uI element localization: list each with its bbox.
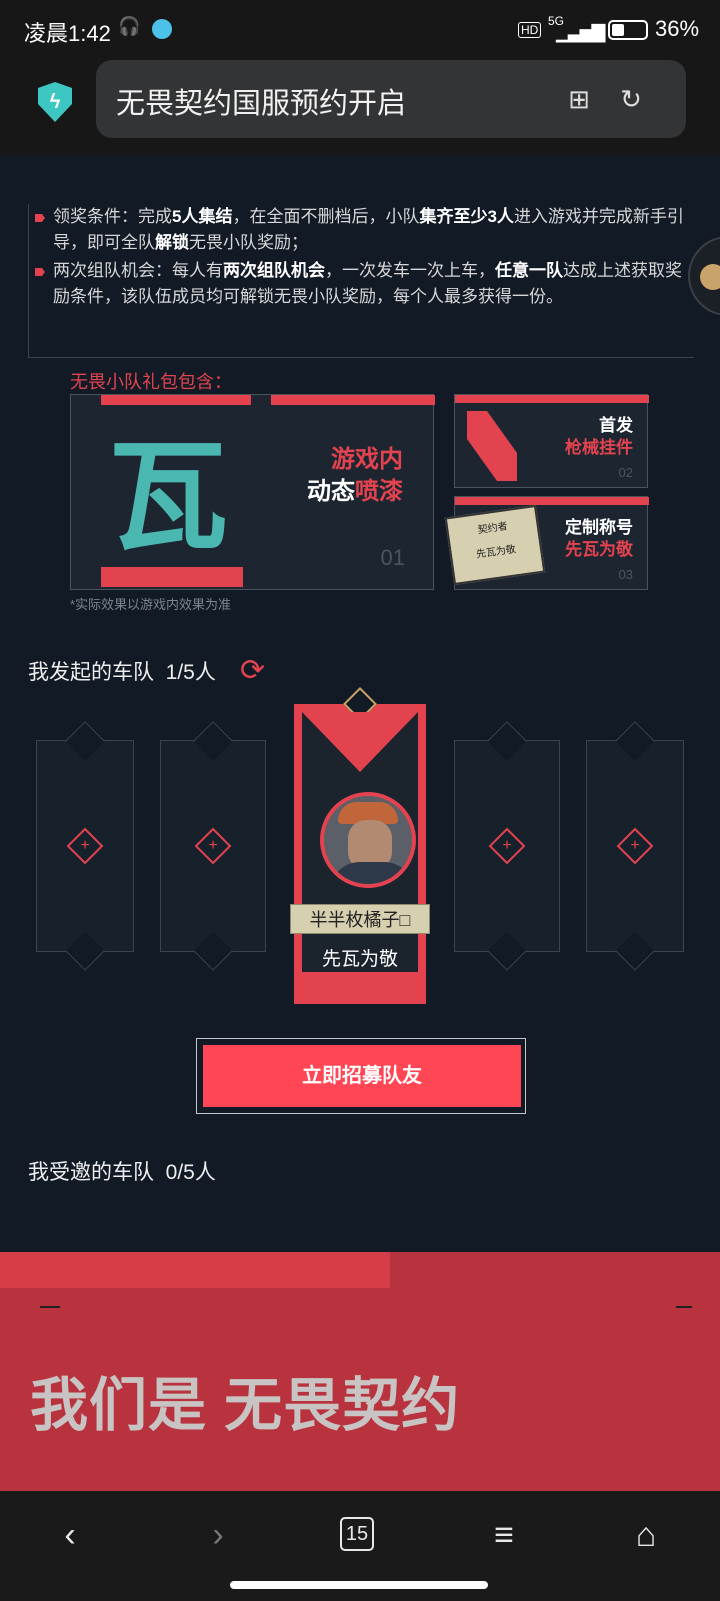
my-team-label: 我发起的车队 <box>28 661 154 684</box>
promo-banner-tab <box>0 1252 390 1288</box>
avatar-body <box>330 862 412 884</box>
add-member-icon[interactable]: + <box>488 827 526 865</box>
signal-icon: ▁▃▅▇ <box>556 22 605 42</box>
title-card-bottom: 先瓦为敬 <box>475 544 517 561</box>
slot-decor <box>487 721 527 761</box>
card-accent <box>271 395 435 405</box>
add-member-icon[interactable]: + <box>616 827 654 865</box>
spray-glyph: 瓦 <box>108 426 228 567</box>
my-team-count: 1/5人 <box>165 661 216 684</box>
invited-team-count: 0/5人 <box>165 1161 216 1184</box>
headphones-icon: 🎧 <box>118 16 141 36</box>
team-slot-empty[interactable]: + <box>454 721 560 971</box>
shield-bolt-icon[interactable]: ϟ <box>38 82 72 122</box>
leader-title: 先瓦为敬 <box>321 949 398 970</box>
avatar <box>320 792 416 888</box>
rule-item: 两次组队机会：每人有两次组队机会，一次发车一次上车，任意一队达成上述获取奖励条件… <box>53 261 682 306</box>
bookmark-add-icon[interactable]: ⊞ <box>562 82 596 116</box>
card-accent <box>455 395 649 403</box>
team-slot-leader[interactable]: 半半枚橘子□ 先瓦为敬 <box>290 687 430 1004</box>
status-time: 凌晨1:42 <box>24 21 111 46</box>
gift-card-title: 契约者 先瓦为敬 定制称号 先瓦为敬 03 <box>444 496 649 590</box>
address-bar[interactable]: 无畏契约国服预约开启 ⊞ ↻ <box>96 60 686 138</box>
hd-icon: HD <box>518 22 542 38</box>
browser-toolbar: ϟ 无畏契约国服预约开启 ⊞ ↻ <box>0 60 720 156</box>
gift-card-spray: 瓦 游戏内 动态喷漆 01 <box>70 394 435 590</box>
page: 凌晨1:42 🎧 HD 5G ▁▃▅▇ 36% ϟ 无畏契约国服预约开启 ⊞ ↻… <box>0 0 720 1601</box>
status-bar: 凌晨1:42 🎧 HD 5G ▁▃▅▇ 36% <box>0 0 720 60</box>
gift-title: 无畏小队礼包包含： <box>70 372 232 392</box>
my-team-title: 我发起的车队 1/5人 <box>28 656 216 686</box>
title-card-top: 契约者 <box>477 521 509 537</box>
leader-name: 半半枚橘子□ <box>290 904 430 934</box>
bullet-icon <box>35 268 45 276</box>
refresh-icon[interactable]: ⟳ <box>240 656 270 686</box>
add-member-icon[interactable]: + <box>66 827 104 865</box>
web-content: 领奖条件：完成5人集结，在全面不删档后，小队集齐至少3人进入游戏并完成新手引导，… <box>0 156 720 1491</box>
card-accent <box>101 395 251 405</box>
app-notification-icon <box>152 19 172 39</box>
battery-icon <box>608 20 648 40</box>
battery-percent: 36% <box>655 16 700 41</box>
recruit-button-frame: 立即招募队友 <box>196 1038 526 1114</box>
banner-decor <box>40 1306 60 1308</box>
gift-item1-num: 01 <box>380 545 405 570</box>
disclaimer-note: *实际效果以游戏内效果为准 <box>70 597 232 612</box>
team-slot-empty[interactable]: + <box>160 721 266 971</box>
team-slot-empty[interactable]: + <box>586 721 684 971</box>
page-title[interactable]: 无畏契约国服预约开启 <box>116 80 406 122</box>
bullet-icon <box>35 214 45 222</box>
gift-item1-line1: 游戏内 <box>331 446 403 473</box>
gift-item3-num: 03 <box>618 567 633 582</box>
card-accent <box>101 567 243 587</box>
banner-decor <box>676 1306 692 1308</box>
reload-icon[interactable]: ↻ <box>614 82 648 116</box>
slot-decor <box>615 931 655 971</box>
banner-headline: 我们是 无畏契约 <box>30 1373 461 1438</box>
invited-team-label: 我受邀的车队 <box>28 1161 154 1184</box>
menu-icon[interactable]: ≡ <box>476 1511 532 1559</box>
slot-decor <box>193 931 233 971</box>
title-card-icon: 契约者 先瓦为敬 <box>444 504 546 586</box>
gift-item1-line2: 动态喷漆 <box>307 478 403 505</box>
gift-item3-line2: 先瓦为敬 <box>565 540 633 559</box>
slot-decor <box>65 721 105 761</box>
gift-item2-num: 02 <box>618 465 633 480</box>
gift-card-charm: 首发 枪械挂件 02 <box>454 394 649 488</box>
forward-icon[interactable]: › <box>190 1511 246 1559</box>
slot-decor <box>193 721 233 761</box>
slot-decor <box>487 931 527 971</box>
rule-item: 领奖条件：完成5人集结，在全面不删档后，小队集齐至少3人进入游戏并完成新手引导，… <box>53 207 684 252</box>
recruit-button[interactable]: 立即招募队友 <box>203 1045 521 1107</box>
leader-decor <box>302 712 418 772</box>
invited-team-title: 我受邀的车队 0/5人 <box>28 1156 216 1186</box>
team-slot-empty[interactable]: + <box>36 721 134 971</box>
card-accent <box>455 497 649 505</box>
home-icon[interactable]: ⌂ <box>618 1511 674 1559</box>
slot-decor <box>615 721 655 761</box>
rules-box: 领奖条件：完成5人集结，在全面不删档后，小队集齐至少3人进入游戏并完成新手引导，… <box>28 204 694 358</box>
slot-decor <box>65 931 105 971</box>
browser-nav-bar: ‹ › 15 ≡ ⌂ <box>0 1491 720 1601</box>
back-icon[interactable]: ‹ <box>42 1511 98 1559</box>
tabs-button[interactable]: 15 <box>340 1517 374 1551</box>
add-member-icon[interactable]: + <box>194 827 232 865</box>
gesture-home-bar[interactable] <box>230 1581 488 1589</box>
charm-icon <box>467 411 517 481</box>
gift-item2-line2: 枪械挂件 <box>565 438 633 457</box>
